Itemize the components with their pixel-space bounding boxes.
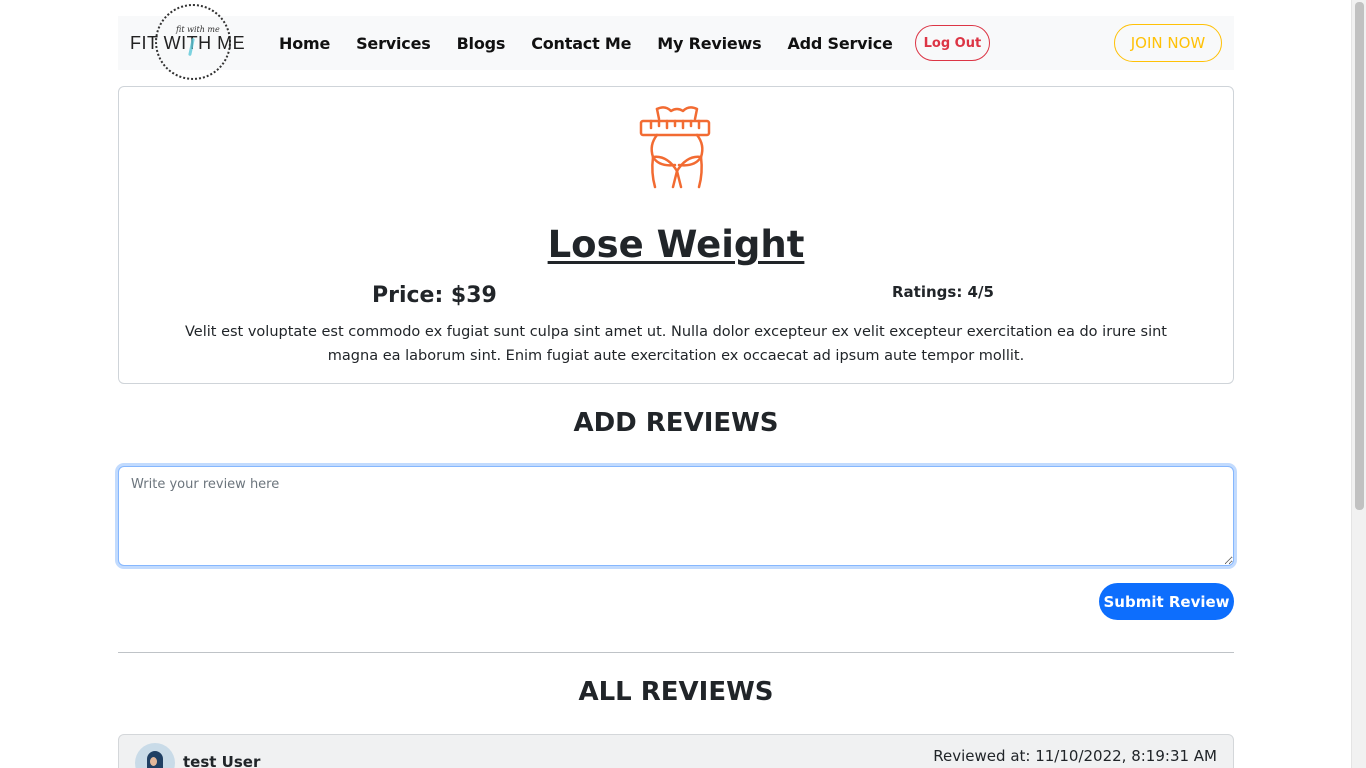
- nav-links: Home Services Blogs Contact Me My Review…: [279, 16, 991, 70]
- nav-link-my-reviews[interactable]: My Reviews: [657, 34, 761, 53]
- navbar: fit with me FIT WITH ME Home Services Bl…: [118, 4, 1234, 80]
- logout-button[interactable]: Log Out: [914, 25, 991, 61]
- scrollbar-thumb[interactable]: [1355, 2, 1364, 510]
- review-card: test User Reviewed at: 11/10/2022, 8:19:…: [118, 734, 1234, 768]
- logo-text: FIT WITH ME: [130, 33, 246, 53]
- section-divider: [118, 652, 1234, 653]
- all-reviews-heading: ALL REVIEWS: [578, 677, 774, 707]
- review-date: Reviewed at: 11/10/2022, 8:19:31 AM: [933, 747, 1217, 765]
- nav-link-services[interactable]: Services: [356, 34, 431, 53]
- service-price: Price: $39: [372, 283, 497, 308]
- submit-review-button[interactable]: Submit Review: [1099, 583, 1234, 620]
- avatar-face: [150, 757, 157, 766]
- scrollbar[interactable]: [1351, 0, 1366, 768]
- avatar: [135, 743, 175, 768]
- review-textarea[interactable]: [118, 466, 1234, 566]
- nav-link-home[interactable]: Home: [279, 34, 330, 53]
- service-title: Lose Weight: [547, 223, 805, 266]
- add-reviews-heading: ADD REVIEWS: [573, 408, 779, 438]
- weight-loss-icon: [639, 106, 711, 189]
- join-now-button[interactable]: JOIN NOW: [1114, 24, 1222, 62]
- service-card: Lose Weight Price: $39 Ratings: 4/5 Veli…: [118, 86, 1234, 384]
- nav-link-add-service[interactable]: Add Service: [787, 34, 892, 53]
- brand-logo[interactable]: fit with me FIT WITH ME: [130, 4, 254, 80]
- service-description: Velit est voluptate est commodo ex fugia…: [185, 324, 1167, 364]
- service-ratings: Ratings: 4/5: [892, 283, 994, 301]
- nav-link-blogs[interactable]: Blogs: [457, 34, 506, 53]
- nav-link-contact-me[interactable]: Contact Me: [531, 34, 631, 53]
- review-user-name: test User: [183, 753, 261, 768]
